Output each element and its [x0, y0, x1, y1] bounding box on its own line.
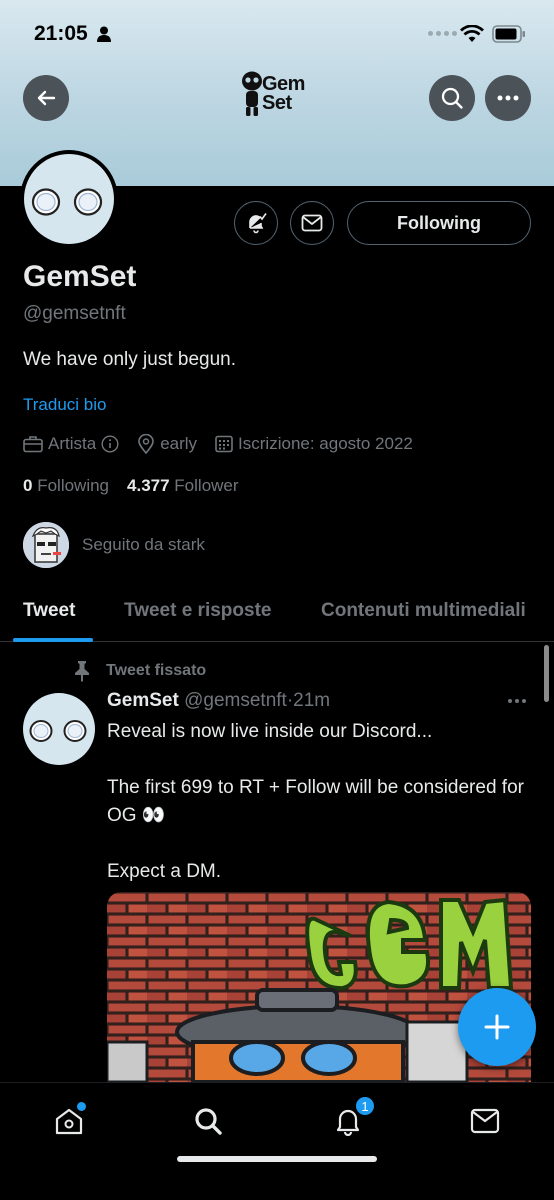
followed-by[interactable]: Seguito da stark: [23, 522, 205, 568]
wifi-icon: [460, 25, 484, 42]
back-arrow-icon: [37, 90, 56, 106]
search-icon: [195, 1108, 222, 1135]
home-unread-dot: [77, 1102, 86, 1111]
nav-messages[interactable]: [465, 1101, 505, 1141]
plus-icon: [484, 1014, 510, 1040]
followed-by-text: Seguito da stark: [82, 535, 205, 554]
tab-tweet-e-risposte[interactable]: Tweet e risposte: [124, 600, 271, 622]
notifications-button[interactable]: [234, 201, 278, 245]
tweet-line-3: Expect a DM.: [107, 861, 222, 882]
follower-avatar: [23, 522, 69, 568]
nav-search[interactable]: [188, 1101, 228, 1141]
tweet-text: Reveal is now live inside our Discord...…: [107, 718, 527, 914]
tweet-more-button[interactable]: [508, 699, 526, 703]
translate-bio-link[interactable]: Traduci bio: [23, 395, 106, 415]
more-options-button[interactable]: [485, 75, 531, 121]
gemset-logo: Gem Set: [241, 70, 317, 118]
nav-home[interactable]: [49, 1101, 89, 1141]
home-indicator: [177, 1156, 377, 1162]
following-count: 0: [23, 476, 33, 495]
followers-count-link[interactable]: 4.377 Follower: [127, 476, 239, 496]
mail-icon: [470, 1108, 500, 1134]
tweet-author-name[interactable]: GemSet: [107, 690, 179, 711]
profile-joined: Iscrizione: agosto 2022: [215, 434, 413, 454]
briefcase-icon: [23, 436, 43, 453]
category-label: Artista: [48, 434, 97, 453]
nav-notifications[interactable]: 1: [328, 1095, 376, 1141]
profile-location: early: [137, 434, 197, 454]
joined-label: Iscrizione: agosto 2022: [238, 434, 413, 453]
tab-tweet[interactable]: Tweet: [23, 600, 75, 622]
battery-icon: [492, 25, 525, 43]
avatar-eyes-graphic: [31, 188, 103, 216]
active-tab-indicator: [13, 638, 93, 642]
profile-category: Artista: [23, 434, 119, 454]
logo-line-2: Set: [262, 92, 292, 114]
bell-icon: [249, 213, 267, 234]
pin-icon: [75, 661, 89, 682]
more-icon: [497, 95, 519, 101]
profile-avatar[interactable]: [20, 150, 118, 248]
bottom-navigation: 1: [0, 1082, 554, 1200]
location-pin-icon: [138, 434, 154, 454]
status-bar: 21:05: [0, 0, 554, 68]
tweet-avatar-eyes-graphic: [29, 720, 87, 742]
mail-icon: [301, 214, 323, 232]
followers-count: 4.377: [127, 476, 170, 495]
gemset-mascot-icon: [242, 71, 262, 116]
cellular-signal-icon: [428, 31, 457, 36]
location-label: early: [160, 434, 198, 453]
person-icon: [97, 26, 111, 42]
calendar-icon: [215, 435, 233, 453]
follow-counts: 0 Following 4.377 Follower: [23, 476, 239, 496]
following-label: Following: [37, 476, 110, 495]
back-button[interactable]: [23, 75, 69, 121]
profile-tabs: Tweet Tweet e risposte Contenuti multime…: [0, 592, 554, 642]
following-count-link[interactable]: 0 Following: [23, 476, 109, 496]
search-button[interactable]: [429, 75, 475, 121]
profile-handle: @gemsetnft: [23, 303, 126, 324]
tab-contenuti-multimediali[interactable]: Contenuti multimediali: [321, 600, 526, 622]
tweet-time: 21m: [293, 690, 331, 711]
message-button[interactable]: [290, 201, 334, 245]
pinned-label: Tweet fissato: [106, 662, 207, 679]
notification-badge: 1: [354, 1095, 376, 1117]
info-icon[interactable]: [101, 435, 119, 453]
pinned-indicator: Tweet fissato: [72, 660, 206, 682]
tweet-line-2: The first 699 to RT + Follow will be con…: [107, 777, 524, 826]
follower-avatar-graphic: [23, 522, 69, 568]
status-time: 21:05: [34, 22, 88, 45]
followers-label: Follower: [174, 476, 239, 495]
scrollbar[interactable]: [544, 645, 549, 702]
profile-meta: Artista early Iscrizione: agosto 2022: [23, 434, 431, 454]
profile-bio: We have only just begun.: [23, 349, 237, 370]
tweet-line-1: Reveal is now live inside our Discord...: [107, 721, 433, 742]
following-button[interactable]: Following: [347, 201, 531, 245]
search-icon: [441, 87, 463, 109]
tweet-header: GemSet @gemsetnft·21m: [107, 690, 330, 712]
profile-display-name: GemSet: [23, 260, 137, 293]
tweet-author-handle: @gemsetnft: [184, 690, 287, 711]
compose-tweet-button[interactable]: [458, 988, 536, 1066]
tweet-author-avatar[interactable]: [23, 693, 95, 765]
